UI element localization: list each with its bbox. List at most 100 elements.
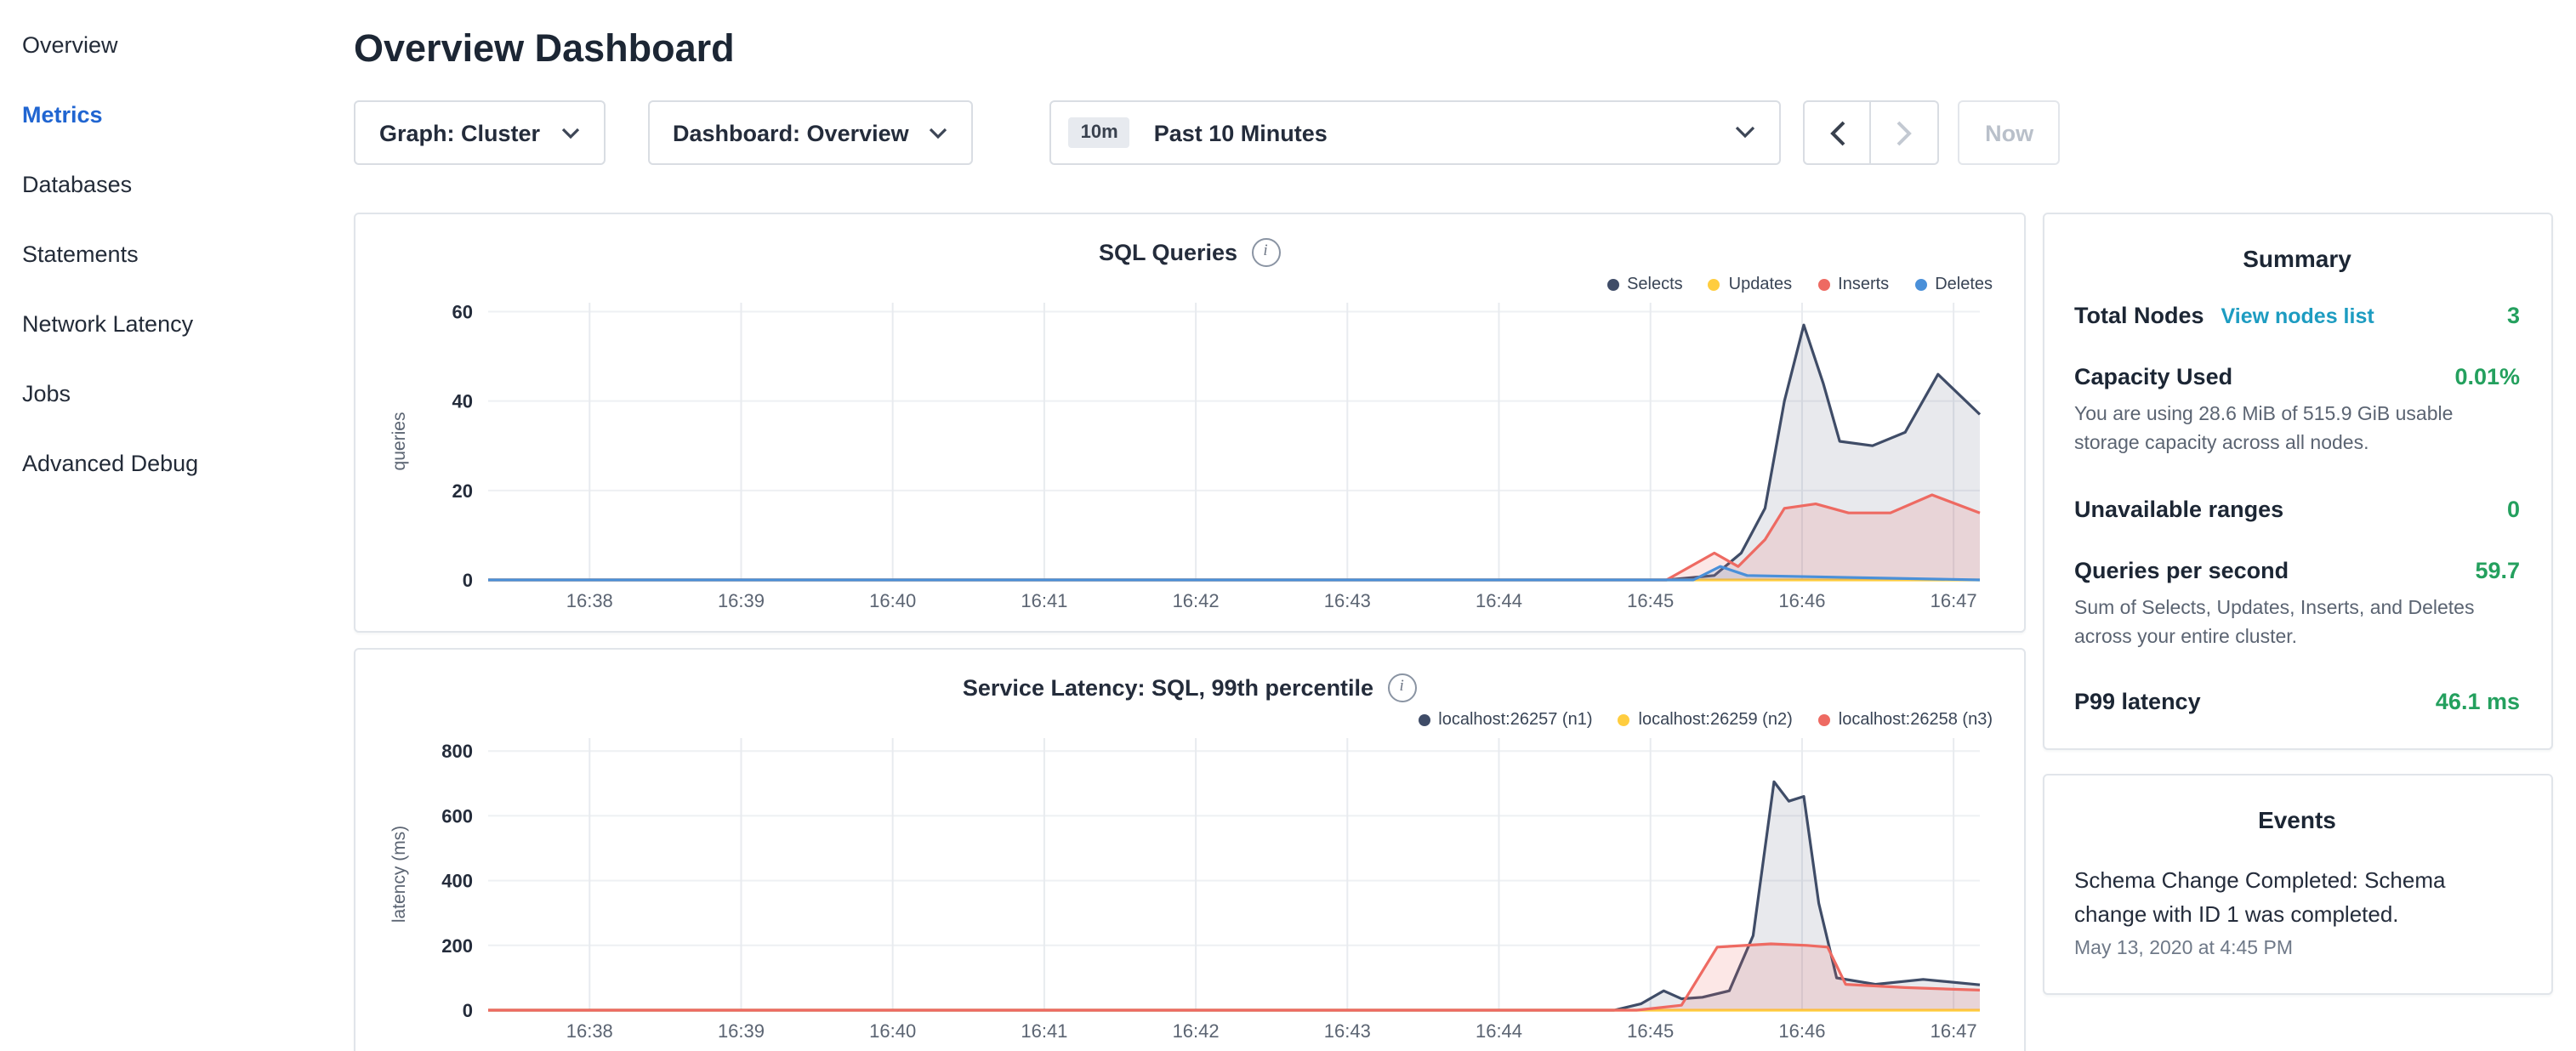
chevron-down-icon <box>930 127 948 139</box>
summary-label: Queries per second <box>2074 557 2289 582</box>
svg-text:16:47: 16:47 <box>1931 1020 1977 1042</box>
summary-label: Total Nodes <box>2074 303 2204 328</box>
summary-value: 46.1 ms <box>2422 689 2520 714</box>
svg-text:latency (ms): latency (ms) <box>390 826 409 923</box>
svg-text:0: 0 <box>463 1000 473 1021</box>
svg-text:16:41: 16:41 <box>1021 590 1067 611</box>
now-button[interactable]: Now <box>1959 100 2061 165</box>
svg-text:16:42: 16:42 <box>1173 590 1220 611</box>
sql-queries-chart-card: SQL Queries i SelectsUpdatesInsertsDelet… <box>354 213 2025 633</box>
chart-title: SQL Queries <box>1099 239 1237 264</box>
summary-value: 59.7 <box>2461 557 2520 582</box>
summary-value: 0 <box>2494 496 2520 521</box>
sidebar-item-statements[interactable]: Statements <box>22 219 340 289</box>
dashboard-dropdown[interactable]: Dashboard: Overview <box>647 100 974 165</box>
graph-scope-dropdown[interactable]: Graph: Cluster <box>354 100 605 165</box>
svg-text:16:38: 16:38 <box>566 590 613 611</box>
svg-text:16:44: 16:44 <box>1476 1020 1522 1042</box>
sql-queries-plot[interactable]: 0 20 40 60 16:38 16:39 16:40 16:41 16:42 16:43 16:… <box>379 286 2000 617</box>
summary-value: 3 <box>2494 303 2520 328</box>
chart-header: SQL Queries i <box>379 228 1999 276</box>
time-range-label: Past 10 Minutes <box>1154 120 1328 145</box>
time-forward-button[interactable] <box>1872 100 1940 165</box>
summary-row: P99 latency 46.1 ms <box>2074 689 2520 714</box>
summary-value: 0.01% <box>2441 364 2520 389</box>
summary-description: Sum of Selects, Updates, Inserts, and De… <box>2074 594 2520 653</box>
svg-text:60: 60 <box>452 302 473 323</box>
svg-text:16:47: 16:47 <box>1931 590 1977 611</box>
summary-rows: Total Nodes View nodes list 3 Capacity Used… <box>2074 303 2520 714</box>
svg-text:200: 200 <box>441 935 473 957</box>
svg-text:40: 40 <box>452 391 473 412</box>
svg-text:16:39: 16:39 <box>718 1020 765 1042</box>
events-title: Events <box>2074 806 2520 833</box>
summary-row: Unavailable ranges 0 <box>2074 496 2520 521</box>
dashboard-grid: SQL Queries i SelectsUpdatesInsertsDelet… <box>354 213 2552 1051</box>
chart-title: Service Latency: SQL, 99th percentile <box>963 674 1373 700</box>
svg-text:16:46: 16:46 <box>1778 1020 1825 1042</box>
svg-text:20: 20 <box>452 480 473 502</box>
sidebar-item-metrics[interactable]: Metrics <box>22 80 340 150</box>
event-item: Schema Change Completed: Schema change w… <box>2074 864 2520 959</box>
svg-text:400: 400 <box>441 871 473 892</box>
chart-header: Service Latency: SQL, 99th percentile i <box>379 663 1999 711</box>
chart-body: 0 20 40 60 16:38 16:39 16:40 16:41 16:42 16:43 16:… <box>379 286 1999 617</box>
info-icon[interactable]: i <box>1387 673 1416 702</box>
svg-text:600: 600 <box>441 805 473 827</box>
time-back-button[interactable] <box>1804 100 1872 165</box>
service-latency-chart-card: Service Latency: SQL, 99th percentile i … <box>354 648 2025 1051</box>
main-content: Overview Dashboard Graph: Cluster Dashbo… <box>340 0 2576 1051</box>
sidebar-item-databases[interactable]: Databases <box>22 150 340 219</box>
sidebar: OverviewMetricsDatabasesStatementsNetwor… <box>0 0 340 1051</box>
chevron-down-icon <box>1736 126 1756 139</box>
svg-text:16:40: 16:40 <box>869 1020 916 1042</box>
svg-text:16:40: 16:40 <box>869 590 916 611</box>
summary-description: You are using 28.6 MiB of 515.9 GiB usab… <box>2074 401 2520 460</box>
events-list: Schema Change Completed: Schema change w… <box>2074 864 2520 959</box>
svg-text:16:38: 16:38 <box>566 1020 613 1042</box>
svg-text:16:43: 16:43 <box>1324 1020 1371 1042</box>
sidebar-item-overview[interactable]: Overview <box>22 10 340 80</box>
chevron-right-icon <box>1897 120 1913 145</box>
svg-text:16:42: 16:42 <box>1173 1020 1220 1042</box>
svg-text:16:46: 16:46 <box>1778 590 1825 611</box>
summary-label: Capacity Used <box>2074 364 2232 389</box>
svg-text:16:39: 16:39 <box>718 590 765 611</box>
sidebar-item-network-latency[interactable]: Network Latency <box>22 289 340 359</box>
right-column: Summary Total Nodes View nodes list 3 Capac… <box>2042 213 2552 995</box>
service-latency-plot[interactable]: 0 200 400 600 800 16:38 16:39 16:40 16:41 16:42 16… <box>379 721 2000 1048</box>
svg-text:0: 0 <box>463 570 473 591</box>
summary-link[interactable]: View nodes list <box>2221 304 2374 328</box>
summary-row: Capacity Used 0.01% You are using 28.6 MiB… <box>2074 364 2520 460</box>
controls-bar: Graph: Cluster Dashboard: Overview 10m P… <box>354 100 2552 165</box>
svg-text:16:41: 16:41 <box>1021 1020 1067 1042</box>
svg-text:16:43: 16:43 <box>1324 590 1371 611</box>
graph-scope-label: Graph: Cluster <box>379 120 540 145</box>
svg-text:16:45: 16:45 <box>1627 1020 1674 1042</box>
page: OverviewMetricsDatabasesStatementsNetwor… <box>0 0 2576 1051</box>
info-icon[interactable]: i <box>1251 237 1280 266</box>
chart-body: 0 200 400 600 800 16:38 16:39 16:40 16:41 16:42 16… <box>379 721 1999 1048</box>
summary-row: Queries per second 59.7 Sum of Selects, Up… <box>2074 557 2520 653</box>
svg-text:16:45: 16:45 <box>1627 590 1674 611</box>
time-nav-buttons <box>1804 100 1940 165</box>
summary-title: Summary <box>2074 245 2520 272</box>
summary-label: Unavailable ranges <box>2074 496 2283 521</box>
summary-label: P99 latency <box>2074 689 2201 714</box>
charts-column: SQL Queries i SelectsUpdatesInsertsDelet… <box>354 213 2025 1051</box>
svg-text:800: 800 <box>441 741 473 762</box>
event-text: Schema Change Completed: Schema change w… <box>2074 864 2520 930</box>
summary-card: Summary Total Nodes View nodes list 3 Capac… <box>2042 213 2552 750</box>
svg-text:queries: queries <box>390 412 409 471</box>
time-range-badge: 10m <box>1069 117 1130 148</box>
chevron-down-icon <box>560 127 579 139</box>
event-timestamp: May 13, 2020 at 4:45 PM <box>2074 939 2520 959</box>
chevron-left-icon <box>1830 120 1845 145</box>
events-card: Events Schema Change Completed: Schema c… <box>2042 774 2552 995</box>
sidebar-item-jobs[interactable]: Jobs <box>22 359 340 429</box>
svg-text:16:44: 16:44 <box>1476 590 1522 611</box>
sidebar-item-advanced-debug[interactable]: Advanced Debug <box>22 429 340 498</box>
time-range-picker[interactable]: 10m Past 10 Minutes <box>1050 100 1782 165</box>
summary-row: Total Nodes View nodes list 3 <box>2074 303 2520 328</box>
app-window: OverviewMetricsDatabasesStatementsNetwor… <box>0 0 2576 1051</box>
